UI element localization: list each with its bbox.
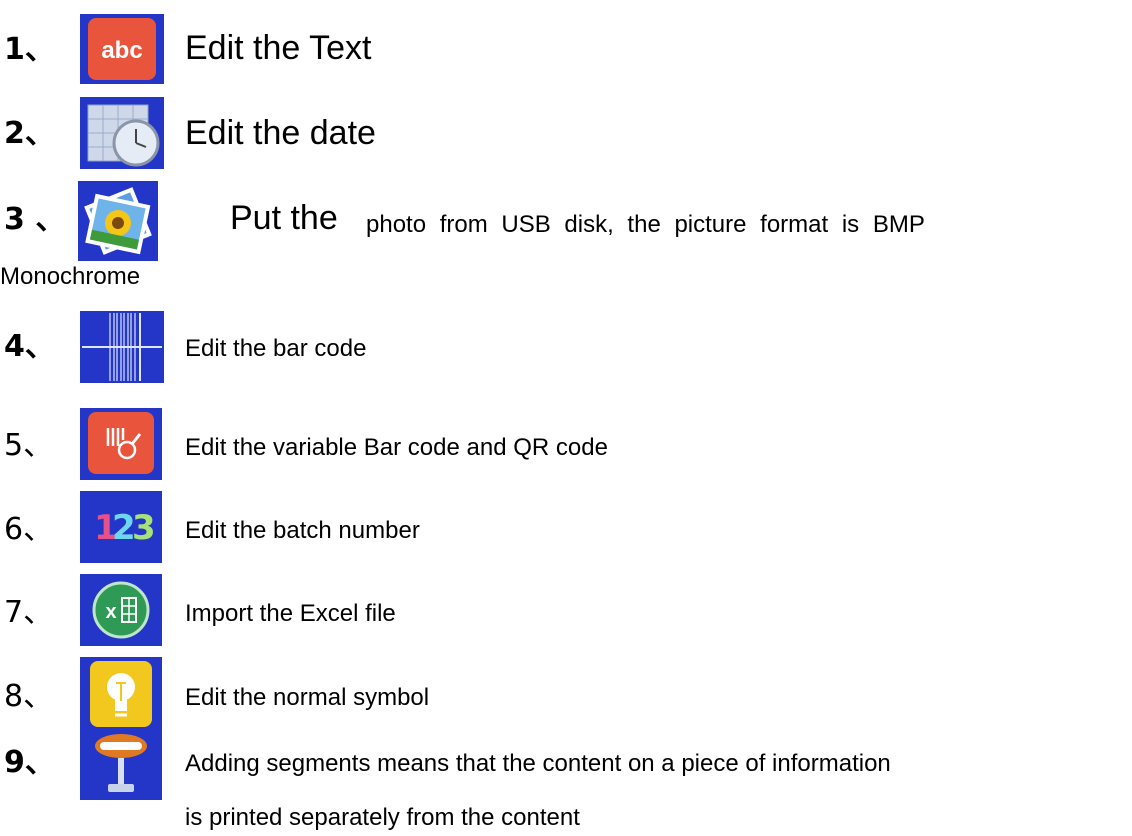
item-number: 6、 bbox=[4, 512, 54, 547]
item-number: 9、 bbox=[4, 745, 55, 780]
item-label: Edit the bar code bbox=[185, 335, 367, 362]
item-number: 4、 bbox=[4, 329, 55, 364]
item-number: 3 、 bbox=[4, 202, 66, 237]
excel-icon: x bbox=[80, 574, 162, 646]
item-number: 7、 bbox=[4, 595, 54, 630]
svg-text:x: x bbox=[105, 601, 116, 623]
item-label-continuation: is printed separately from the content bbox=[185, 804, 580, 831]
item-label: Adding segments means that the content o… bbox=[185, 750, 891, 777]
item-number: 8、 bbox=[4, 679, 54, 714]
item-label: Edit the Text bbox=[185, 29, 372, 67]
barcode-lines-icon bbox=[80, 311, 164, 383]
item-label: Edit the normal symbol bbox=[185, 684, 430, 711]
item-number: 2、 bbox=[4, 116, 55, 151]
item-label: Edit the date bbox=[185, 114, 376, 152]
sunflower-photo-icon bbox=[78, 181, 158, 261]
item-label: Edit the batch number bbox=[185, 517, 420, 544]
variable-barcode-icon bbox=[80, 408, 162, 480]
item-number: 1、 bbox=[4, 32, 55, 67]
item-label-rest: photo from USB disk, the picture format … bbox=[366, 211, 925, 238]
item-label: Import the Excel file bbox=[185, 600, 396, 627]
item-label-continuation: Monochrome bbox=[0, 263, 141, 290]
svg-text:3: 3 bbox=[132, 508, 156, 548]
lightbulb-icon bbox=[80, 657, 162, 731]
svg-text:abc: abc bbox=[101, 37, 142, 64]
item-number: 5、 bbox=[4, 428, 54, 463]
calendar-clock-icon bbox=[80, 97, 164, 169]
number-123-icon: 1 2 3 bbox=[80, 491, 162, 563]
item-label-lead: Put the bbox=[230, 199, 338, 237]
segment-lamp-icon bbox=[80, 728, 162, 800]
item-label: Edit the variable Bar code and QR code bbox=[185, 434, 608, 461]
abc-text-icon: abc bbox=[80, 14, 164, 84]
